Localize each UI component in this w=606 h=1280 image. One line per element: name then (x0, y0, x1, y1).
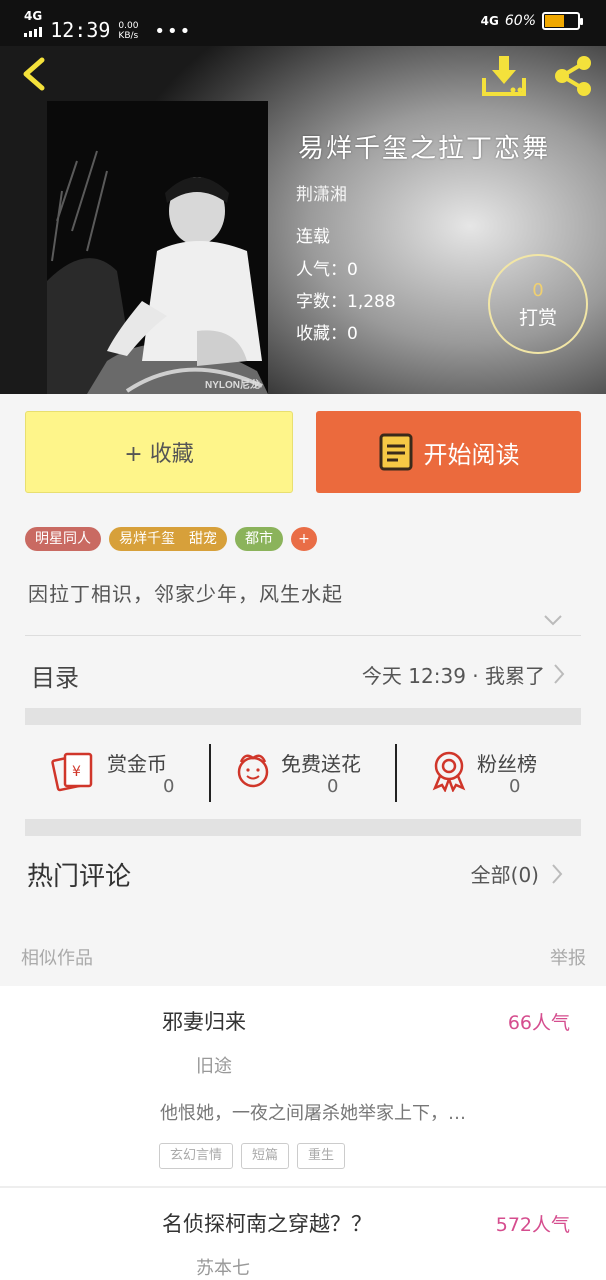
network-type-right: 4G (480, 14, 499, 28)
reward-coins-value: 0 (163, 776, 175, 797)
fan-ranking-label: 粉丝榜 (477, 752, 537, 776)
item-tag: 短篇 (241, 1143, 290, 1169)
tip-count: 0 (532, 280, 544, 301)
tip-label: 打赏 (518, 307, 557, 329)
fan-ranking-value: 0 (509, 776, 521, 797)
more-notifications-icon: ••• (154, 21, 193, 42)
book-favorites: 收藏：0 (296, 324, 358, 344)
battery-fill (545, 15, 565, 27)
item-title: 邪妻归来 (162, 1010, 246, 1034)
reward-coins-button[interactable]: ¥ 赏金币 0 (51, 742, 211, 802)
start-reading-label: 开始阅读 (423, 440, 520, 469)
network-speed: 0.00 KB/s (118, 21, 139, 41)
item-popularity: 66人气 (507, 1012, 570, 1034)
tag-chip[interactable]: 都市 (235, 527, 283, 551)
collect-button[interactable]: + 收藏 (25, 411, 293, 493)
list-item[interactable]: 邪妻归来 66人气 旧途 他恨她，一夜之间屠杀她举家上下，… 玄幻言情 短篇 重… (0, 986, 606, 1188)
battery-percent: 60% (504, 13, 536, 29)
chevron-right-icon (552, 864, 563, 884)
book-header: NYLON尼龙 易烊千玺之拉丁恋舞 荆潇湘 连载 人气：0 字数：1,288 收… (0, 46, 606, 394)
item-tags: 玄幻言情 短篇 重生 (159, 1143, 346, 1169)
similar-works-label: 相似作品 (21, 948, 93, 969)
chevron-right-icon (554, 664, 565, 684)
reward-coins-label: 赏金币 (107, 752, 167, 776)
item-tag: 玄幻言情 (159, 1143, 234, 1169)
signal-bars-icon (24, 27, 42, 37)
book-icon (379, 433, 412, 471)
book-summary: 因拉丁相识，邻家少年，风生水起 (28, 582, 343, 606)
status-time: 12:39 (50, 18, 111, 42)
tag-chip[interactable]: 明星同人 (25, 527, 101, 551)
table-of-contents-row[interactable]: 目录 今天 12:39 · 我累了 (25, 640, 581, 706)
book-title: 易烊千玺之拉丁恋舞 (298, 134, 551, 164)
hot-comments-title: 热门评论 (27, 862, 132, 892)
signal-indicator: 4G (24, 10, 42, 41)
book-word-count: 字数：1,288 (296, 292, 396, 312)
tag-list: 明星同人 易烊千玺 甜宠 都市 + (25, 527, 317, 551)
item-author: 苏本七 (196, 1258, 250, 1279)
report-link[interactable]: 举报 (550, 944, 586, 970)
divider (25, 635, 581, 636)
status-left: 4G 12:39 0.00 KB/s ••• (24, 10, 192, 41)
send-flower-value: 0 (327, 776, 339, 797)
all-comments-link[interactable]: 全部(0) (471, 859, 539, 888)
collect-label: + 收藏 (124, 442, 194, 467)
item-author: 旧途 (196, 1056, 232, 1077)
send-flower-button[interactable]: 免费送花 0 (231, 742, 401, 802)
book-cover-image: NYLON尼龙 (47, 101, 268, 394)
item-popularity: 572人气 (495, 1214, 570, 1236)
start-reading-button[interactable]: 开始阅读 (316, 411, 581, 493)
chevron-down-icon[interactable] (542, 612, 564, 628)
hot-comments-row[interactable]: 热门评论 全部(0) (25, 842, 581, 904)
cover-caption: NYLON尼龙 (205, 378, 260, 391)
status-right: 4G 60% (480, 12, 583, 30)
book-status: 连载 (296, 227, 330, 247)
tip-button[interactable]: 0 打赏 (488, 254, 588, 354)
back-icon[interactable] (16, 54, 52, 94)
similar-works-list: 邪妻归来 66人气 旧途 他恨她，一夜之间屠杀她举家上下，… 玄幻言情 短篇 重… (0, 986, 606, 1280)
send-flower-label: 免费送花 (281, 752, 361, 776)
status-bar: 4G 12:39 0.00 KB/s ••• 4G 60% (0, 0, 606, 46)
stat-divider (395, 744, 397, 802)
add-tag-button[interactable]: + (291, 527, 317, 551)
fan-ranking-button[interactable]: 粉丝榜 0 (427, 742, 577, 802)
list-item[interactable]: 名侦探柯南之穿越？？ 572人气 苏本七 (0, 1188, 606, 1280)
section-separator (25, 708, 581, 725)
svg-text:¥: ¥ (72, 764, 81, 780)
item-tag: 重生 (297, 1143, 346, 1169)
item-description: 他恨她，一夜之间屠杀她举家上下，… (160, 1103, 466, 1124)
red-envelope-icon: ¥ (51, 752, 93, 792)
download-icon[interactable] (480, 54, 528, 98)
item-title: 名侦探柯南之穿越？？ (162, 1212, 372, 1236)
tag-chip[interactable]: 易烊千玺 甜宠 (109, 527, 227, 551)
book-popularity: 人气：0 (296, 260, 358, 280)
latest-chapter: 今天 12:39 · 我累了 (361, 664, 545, 688)
flower-icon (237, 754, 269, 788)
reader-actions: ¥ 赏金币 0 免费送花 0 粉丝榜 0 (25, 742, 581, 804)
medal-icon (432, 751, 466, 792)
battery-icon (542, 12, 583, 30)
section-separator (25, 819, 581, 836)
network-type: 4G (24, 9, 43, 23)
toc-label: 目录 (31, 664, 79, 692)
share-icon[interactable] (550, 54, 596, 98)
stat-divider (209, 744, 211, 802)
book-author[interactable]: 荆潇湘 (296, 180, 347, 205)
